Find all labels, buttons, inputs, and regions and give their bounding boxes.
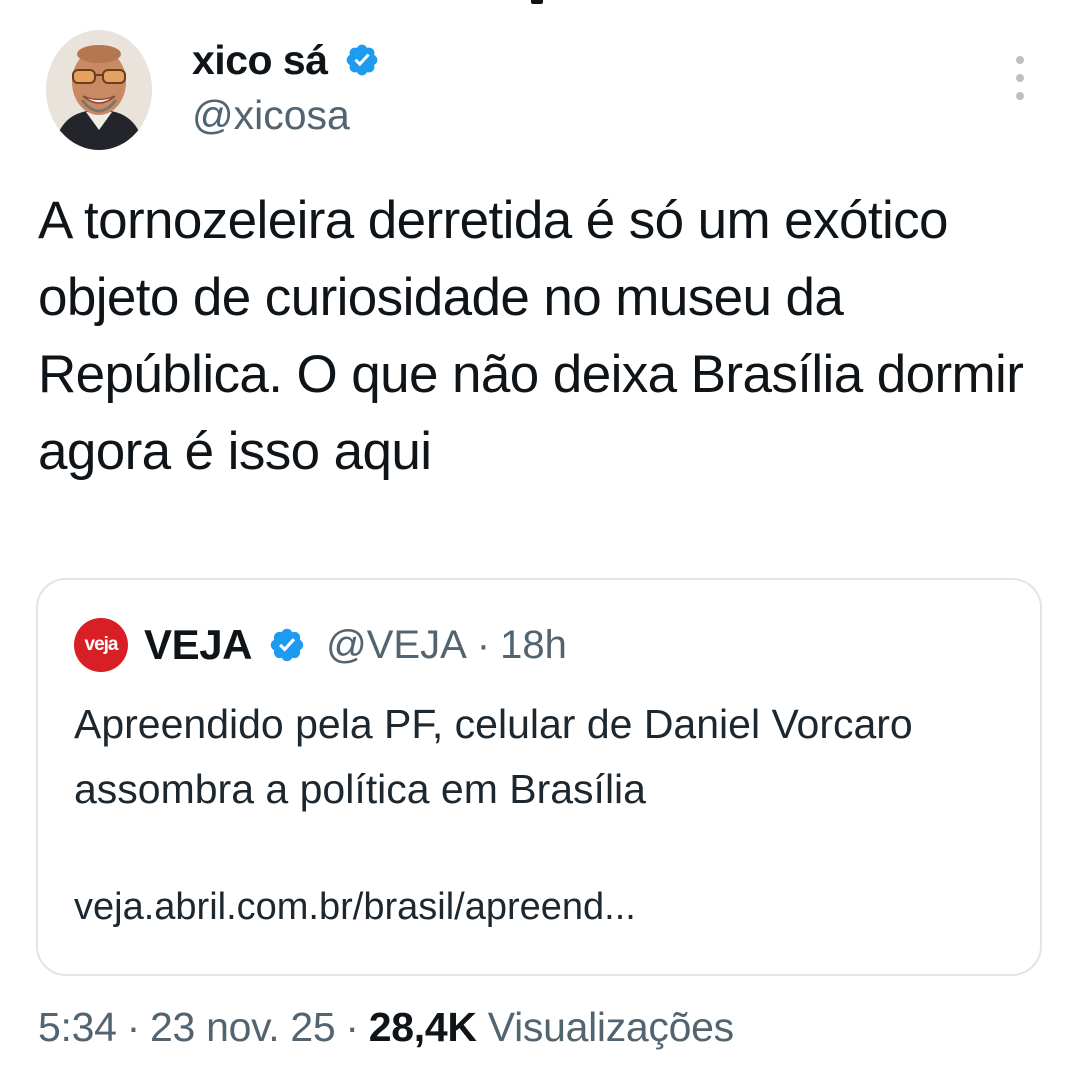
more-dot — [1016, 56, 1024, 64]
tweet-metadata: 5:34 · 23 nov. 25 · 28,4K Visualizações — [38, 1004, 734, 1051]
author-name-row: xico sá — [192, 32, 380, 88]
quote-display-name: VEJA — [144, 621, 253, 668]
verified-badge-icon — [344, 42, 380, 78]
quote-timestamp: 18h — [500, 622, 567, 667]
views-label: Visualizações — [487, 1004, 734, 1050]
tweet-text: A tornozeleira derretida é só um exótico… — [38, 191, 1024, 481]
tweet-time[interactable]: 5:34 — [38, 1004, 117, 1050]
avatar-image — [46, 30, 152, 150]
more-dot — [1016, 74, 1024, 82]
author-display-name[interactable]: xico sá — [192, 37, 328, 84]
views-count: 28,4K — [368, 1004, 477, 1050]
tweet-date[interactable]: 23 nov. 25 — [150, 1004, 336, 1050]
verified-badge-icon — [268, 626, 306, 664]
quote-handle: @VEJA — [326, 622, 467, 667]
quote-tweet-card[interactable]: veja VEJA @VEJA · 18h Apreendido pela PF… — [36, 578, 1042, 976]
veja-logo-avatar: veja — [74, 618, 128, 672]
more-dot — [1016, 92, 1024, 100]
meta-separator: · — [345, 1004, 359, 1050]
quote-link[interactable]: veja.abril.com.br/brasil/apreend... — [74, 886, 636, 929]
quote-header: veja VEJA @VEJA · 18h — [74, 618, 567, 672]
tweet: xico sá @xicosa A tornozeleira derretida… — [0, 0, 1080, 1079]
quote-text: Apreendido pela PF, celular de Daniel Vo… — [74, 701, 913, 812]
more-options-icon[interactable] — [1004, 56, 1036, 100]
quote-separator: · — [476, 622, 491, 667]
meta-separator: · — [126, 1004, 141, 1050]
author-avatar[interactable] — [46, 30, 152, 150]
author-handle[interactable]: @xicosa — [192, 92, 350, 139]
